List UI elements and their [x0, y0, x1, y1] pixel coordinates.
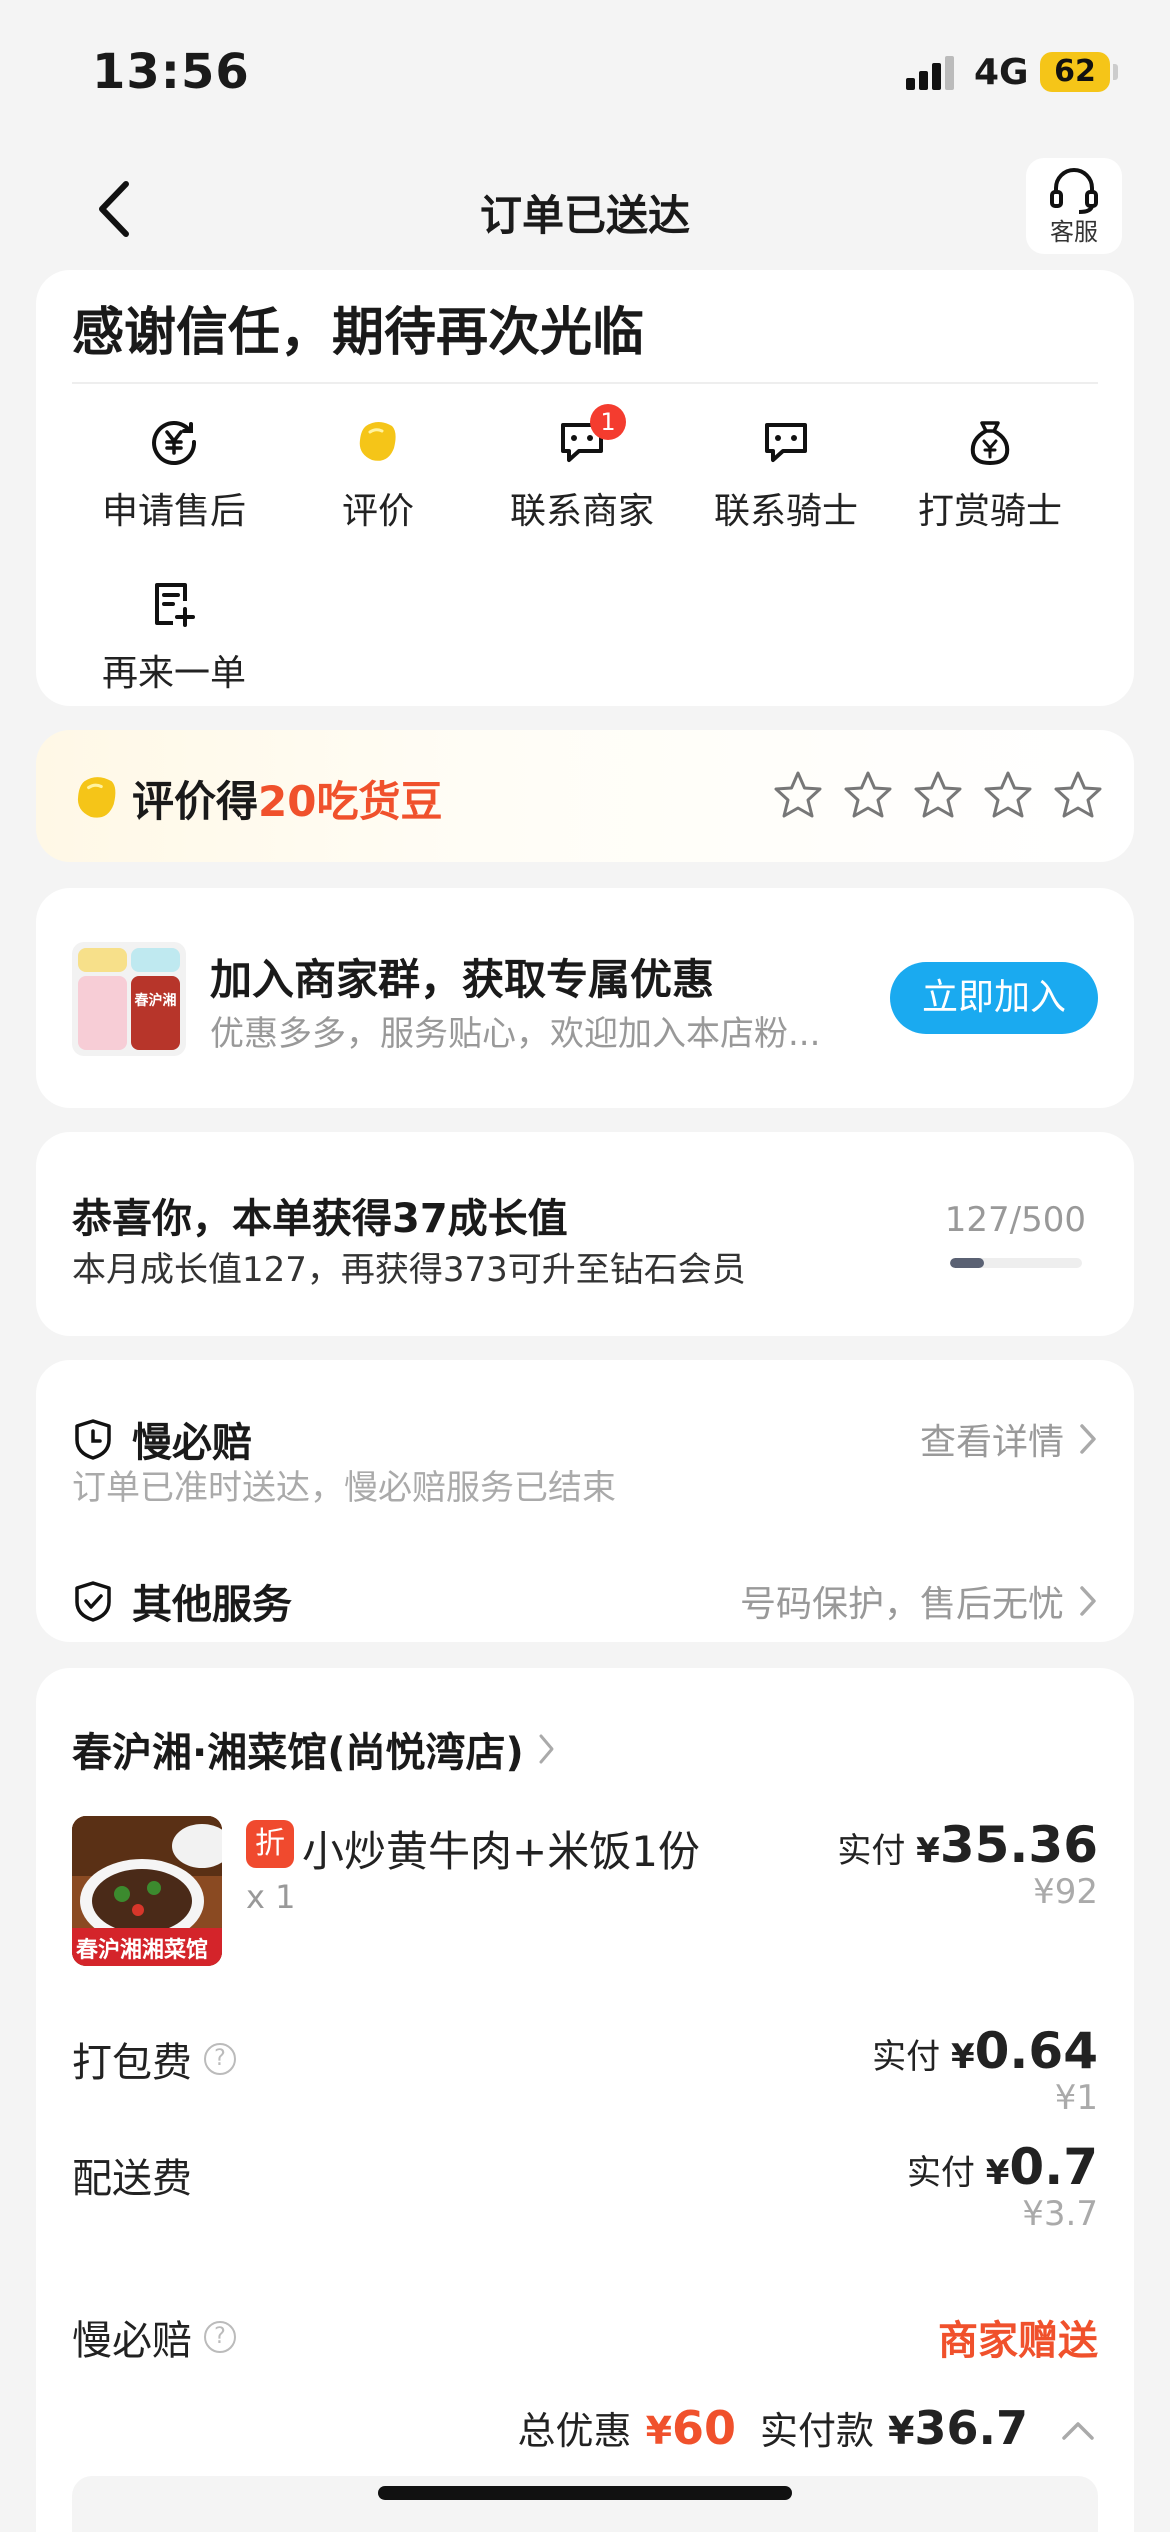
action-review[interactable]: 评价 [278, 410, 478, 534]
signal-icon [906, 54, 958, 90]
item-price: 实付 ¥35.36 ¥92 [837, 1816, 1098, 1912]
shield-check-icon [75, 1581, 111, 1622]
delivery-fee-price: 实付 ¥0.7 ¥3.7 [906, 2138, 1098, 2234]
battery-icon: 62 [1040, 52, 1110, 92]
slow-compensation-fee-label: 慢必赔 ? [72, 2308, 236, 2366]
star-icon[interactable] [982, 770, 1034, 820]
review-reward-amount: 20吃货豆 [258, 777, 443, 826]
avatar-tile [78, 948, 127, 972]
packing-fee-label: 打包费 ? [72, 2030, 236, 2088]
action-label: 联系骑士 [713, 491, 858, 532]
star-icon[interactable] [842, 770, 894, 820]
star-icon[interactable] [1052, 770, 1104, 820]
network-type: 4G [974, 52, 1029, 93]
customer-service-button[interactable]: 客服 [1026, 158, 1122, 254]
group-title: 加入商家群，获取专属优惠 [210, 955, 715, 1004]
growth-count: 127/500 [944, 1200, 1086, 1240]
delivered-card: 感谢信任，期待再次光临 申请售后 评价 1 联系商家 联系骑士 打赏骑士 再来一… [36, 270, 1134, 706]
divider [72, 382, 1098, 384]
chat-icon [765, 423, 807, 462]
action-label: 打赏骑士 [917, 491, 1062, 532]
group-avatar: 春沪湘 [72, 942, 186, 1056]
help-icon[interactable]: ? [204, 2043, 236, 2075]
clock-icon [75, 1419, 111, 1460]
home-indicator [378, 2486, 792, 2500]
food-thumbnail[interactable]: 春沪湘湘菜馆 [72, 1816, 222, 1966]
status-bar: 13:56 4G 62 [0, 0, 1170, 140]
other-services-summary[interactable]: 号码保护，售后无忧 [740, 1575, 1098, 1627]
merchant-gift-text: 商家赠送 [938, 2318, 1098, 2364]
chevron-right-icon [1080, 1424, 1096, 1454]
item-original-price: ¥92 [1033, 1872, 1098, 1912]
services-card: 慢必赔 查看详情 订单已准时送达，慢必赔服务已结束 其他服务 号码保护，售后无忧 [36, 1360, 1134, 1642]
thanks-title: 感谢信任，期待再次光临 [72, 303, 645, 363]
action-contact-rider[interactable]: 联系骑士 [686, 410, 886, 534]
view-details-link[interactable]: 查看详情 [920, 1413, 1098, 1465]
action-label: 申请售后 [101, 491, 246, 532]
discount-tag: 折 [246, 1820, 294, 1868]
delivery-fee-label: 配送费 [72, 2156, 192, 2202]
after-sales-icon [152, 421, 197, 466]
star-icon[interactable] [772, 770, 824, 820]
chevron-up-icon [1062, 2422, 1094, 2440]
action-tip-rider[interactable]: 打赏骑士 [890, 410, 1090, 534]
food-name: 小炒黄牛肉+米饭1份 [302, 1827, 700, 1876]
help-icon[interactable]: ? [204, 2321, 236, 2353]
action-label: 再来一单 [101, 653, 246, 694]
chevron-right-icon [1080, 1586, 1096, 1616]
star-icon[interactable] [912, 770, 964, 820]
action-reorder[interactable]: 再来一单 [74, 572, 274, 696]
growth-title: 恭喜你，本单获得37成长值 [72, 1196, 568, 1242]
reorder-icon [155, 583, 195, 627]
order-details-card: 春沪湘·湘菜馆(尚悦湾店) 春沪湘湘菜馆 折 小炒黄牛肉+米饭1份 x 1 实付… [36, 1668, 1134, 2532]
action-after-sales[interactable]: 申请售后 [74, 410, 274, 534]
join-group-button[interactable]: 立即加入 [890, 962, 1098, 1034]
expanded-panel [72, 2476, 1098, 2532]
clock: 13:56 [92, 44, 250, 100]
food-quantity: x 1 [246, 1878, 296, 1916]
page-title: 订单已送达 [479, 191, 690, 240]
review-bean-icon [359, 422, 396, 461]
bean-icon [77, 777, 116, 818]
order-totals[interactable]: 总优惠 ¥60 实付款 ¥36.7 [518, 2400, 1098, 2455]
other-services-title: 其他服务 [132, 1582, 292, 1628]
merchant-group-card: 春沪湘 加入商家群，获取专属优惠 优惠多多，服务贴心，欢迎加入本店粉... 立即… [36, 888, 1134, 1108]
review-card[interactable]: 评价得20吃货豆 [36, 730, 1134, 862]
growth-progress-fill [950, 1258, 984, 1268]
review-reward-text: 评价得20吃货豆 [132, 777, 443, 826]
customer-service-label: 客服 [1050, 218, 1098, 246]
growth-progress-bar [950, 1258, 1082, 1268]
unread-badge: 1 [590, 404, 626, 440]
money-bag-icon [970, 421, 1010, 466]
slow-compensation-status: 订单已准时送达，慢必赔服务已结束 [72, 1468, 616, 1508]
other-services-row[interactable]: 其他服务 号码保护，售后无忧 [72, 1572, 1098, 1630]
growth-card[interactable]: 恭喜你，本单获得37成长值 本月成长值127，再获得373可升至钻石会员 127… [36, 1132, 1134, 1336]
nav-bar: 订单已送达 客服 [0, 150, 1170, 270]
avatar-tile [78, 976, 127, 1050]
shop-name-link[interactable]: 春沪湘·湘菜馆(尚悦湾店) [72, 1720, 556, 1778]
avatar-tile [131, 948, 180, 972]
action-label: 联系商家 [509, 491, 654, 532]
battery-tip [1113, 64, 1118, 80]
action-contact-merchant[interactable]: 1 联系商家 [482, 404, 682, 534]
food-image-caption: 春沪湘湘菜馆 [76, 1938, 209, 1963]
action-label: 评价 [341, 491, 414, 532]
packing-fee-price: 实付 ¥0.64 ¥1 [872, 2022, 1098, 2118]
rating-stars[interactable] [772, 770, 1104, 820]
growth-subtitle: 本月成长值127，再获得373可升至钻石会员 [72, 1250, 746, 1290]
avatar-tile-shop: 春沪湘 [131, 976, 180, 1050]
headset-icon [1050, 168, 1098, 214]
chevron-right-icon [539, 1734, 554, 1764]
group-subtitle: 优惠多多，服务贴心，欢迎加入本店粉... [210, 1014, 821, 1054]
